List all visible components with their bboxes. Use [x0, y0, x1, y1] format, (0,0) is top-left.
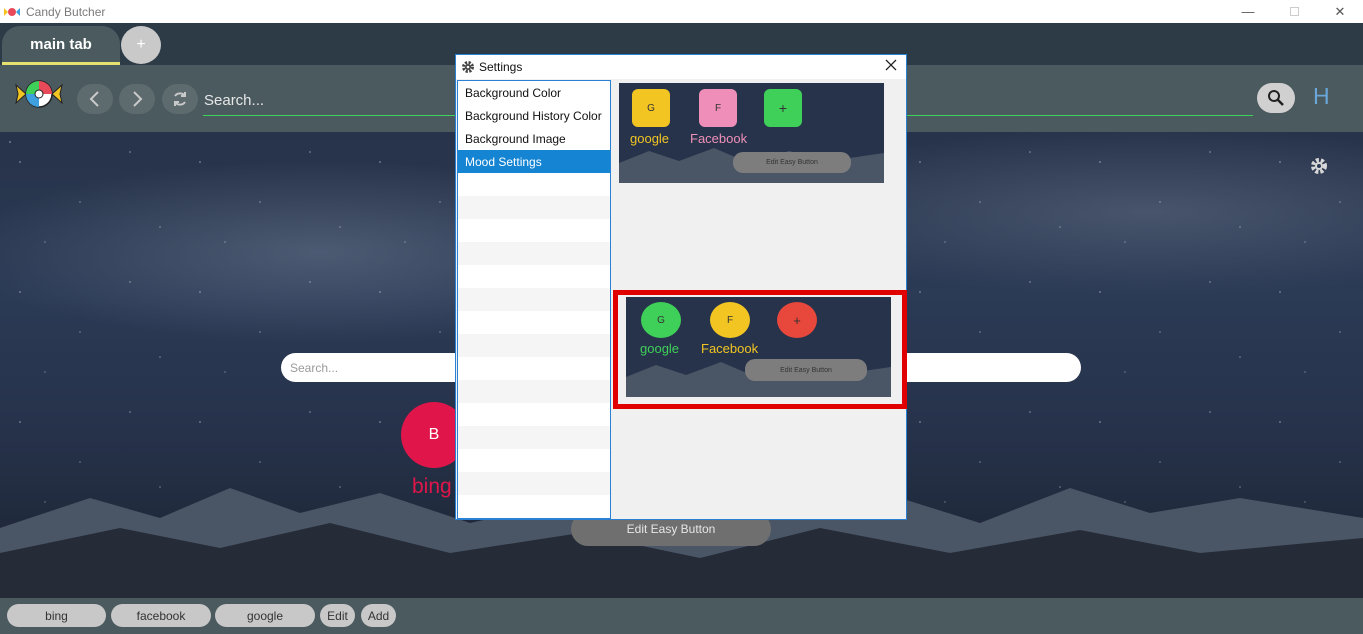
mood-1-google-label: google	[630, 131, 670, 146]
maximize-button[interactable]	[1271, 0, 1317, 23]
mood-2-add-button: +	[777, 302, 817, 338]
bookmark-edit-button[interactable]: Edit	[320, 604, 355, 627]
window-title: Candy Butcher	[26, 4, 106, 19]
empty-list-row	[458, 380, 610, 403]
close-window-button[interactable]: ✕	[1317, 0, 1363, 23]
back-icon	[89, 91, 99, 107]
empty-list-row	[458, 196, 610, 219]
empty-list-row	[458, 357, 610, 380]
empty-list-row	[458, 288, 610, 311]
gear-icon	[462, 61, 474, 73]
empty-list-row	[458, 426, 610, 449]
bookmark-google[interactable]: google	[215, 604, 315, 627]
mood-2-google-button: G	[641, 302, 681, 338]
candy-app-icon	[4, 7, 20, 16]
minimize-button[interactable]: —	[1225, 0, 1271, 23]
mood-1-google-button: G	[632, 89, 670, 127]
menu-item-background-color[interactable]: Background Color	[458, 81, 610, 104]
refresh-button[interactable]	[162, 84, 198, 114]
mood-preview-2[interactable]: G google F Facebook + Edit Easy Button	[626, 297, 891, 397]
mood-2-facebook-label: Facebook	[701, 341, 759, 356]
refresh-icon	[174, 92, 186, 106]
empty-list-row	[458, 334, 610, 357]
bookmark-bar: bing facebook google Edit Add	[0, 598, 1363, 634]
forward-icon	[133, 91, 143, 107]
empty-list-row	[458, 173, 610, 196]
settings-gear-icon[interactable]	[1309, 156, 1329, 176]
mood-2-google-label: google	[640, 341, 680, 356]
maximize-icon	[1289, 7, 1299, 16]
forward-button[interactable]	[119, 84, 155, 114]
title-bar: Candy Butcher — ✕	[0, 0, 1363, 23]
search-button[interactable]	[1257, 83, 1295, 113]
empty-list-row	[458, 472, 610, 495]
bookmark-facebook[interactable]: facebook	[111, 604, 211, 627]
candy-logo-icon[interactable]	[14, 79, 64, 109]
empty-list-row	[458, 242, 610, 265]
empty-list-row	[458, 265, 610, 288]
empty-list-row	[458, 403, 610, 426]
search-icon	[1268, 90, 1284, 106]
menu-item-background-image[interactable]: Background Image	[458, 127, 610, 150]
mood-1-add-button: +	[764, 89, 802, 127]
dialog-title: Settings	[479, 60, 523, 74]
add-tab-button[interactable]: +	[121, 26, 161, 64]
easy-button-bing-label: bing	[412, 475, 452, 498]
mood-1-edit-easy-button: Edit Easy Button	[733, 152, 851, 173]
dialog-title-bar: Settings	[456, 55, 906, 79]
bookmark-add-button[interactable]: Add	[361, 604, 396, 627]
back-button[interactable]	[77, 84, 113, 114]
menu-item-mood-settings[interactable]: Mood Settings	[458, 150, 610, 173]
settings-menu-list: Background Color Background History Colo…	[457, 80, 611, 519]
empty-list-row	[458, 449, 610, 472]
empty-list-row	[458, 311, 610, 334]
mood-2-edit-easy-button: Edit Easy Button	[745, 359, 867, 381]
menu-item-background-history-color[interactable]: Background History Color	[458, 104, 610, 127]
empty-list-row	[458, 219, 610, 242]
history-button[interactable]: H	[1313, 83, 1330, 110]
mood-1-facebook-label: Facebook	[690, 131, 748, 146]
settings-dialog: Settings Background Color Background His…	[455, 54, 907, 520]
mood-1-facebook-button: F	[699, 89, 737, 127]
bookmark-bing[interactable]: bing	[7, 604, 106, 627]
tab-main[interactable]: main tab	[2, 26, 120, 65]
close-icon[interactable]	[884, 58, 898, 72]
mood-2-facebook-button: F	[710, 302, 750, 338]
mood-preview-1[interactable]: G google F Facebook + Edit Easy Button	[619, 83, 884, 183]
